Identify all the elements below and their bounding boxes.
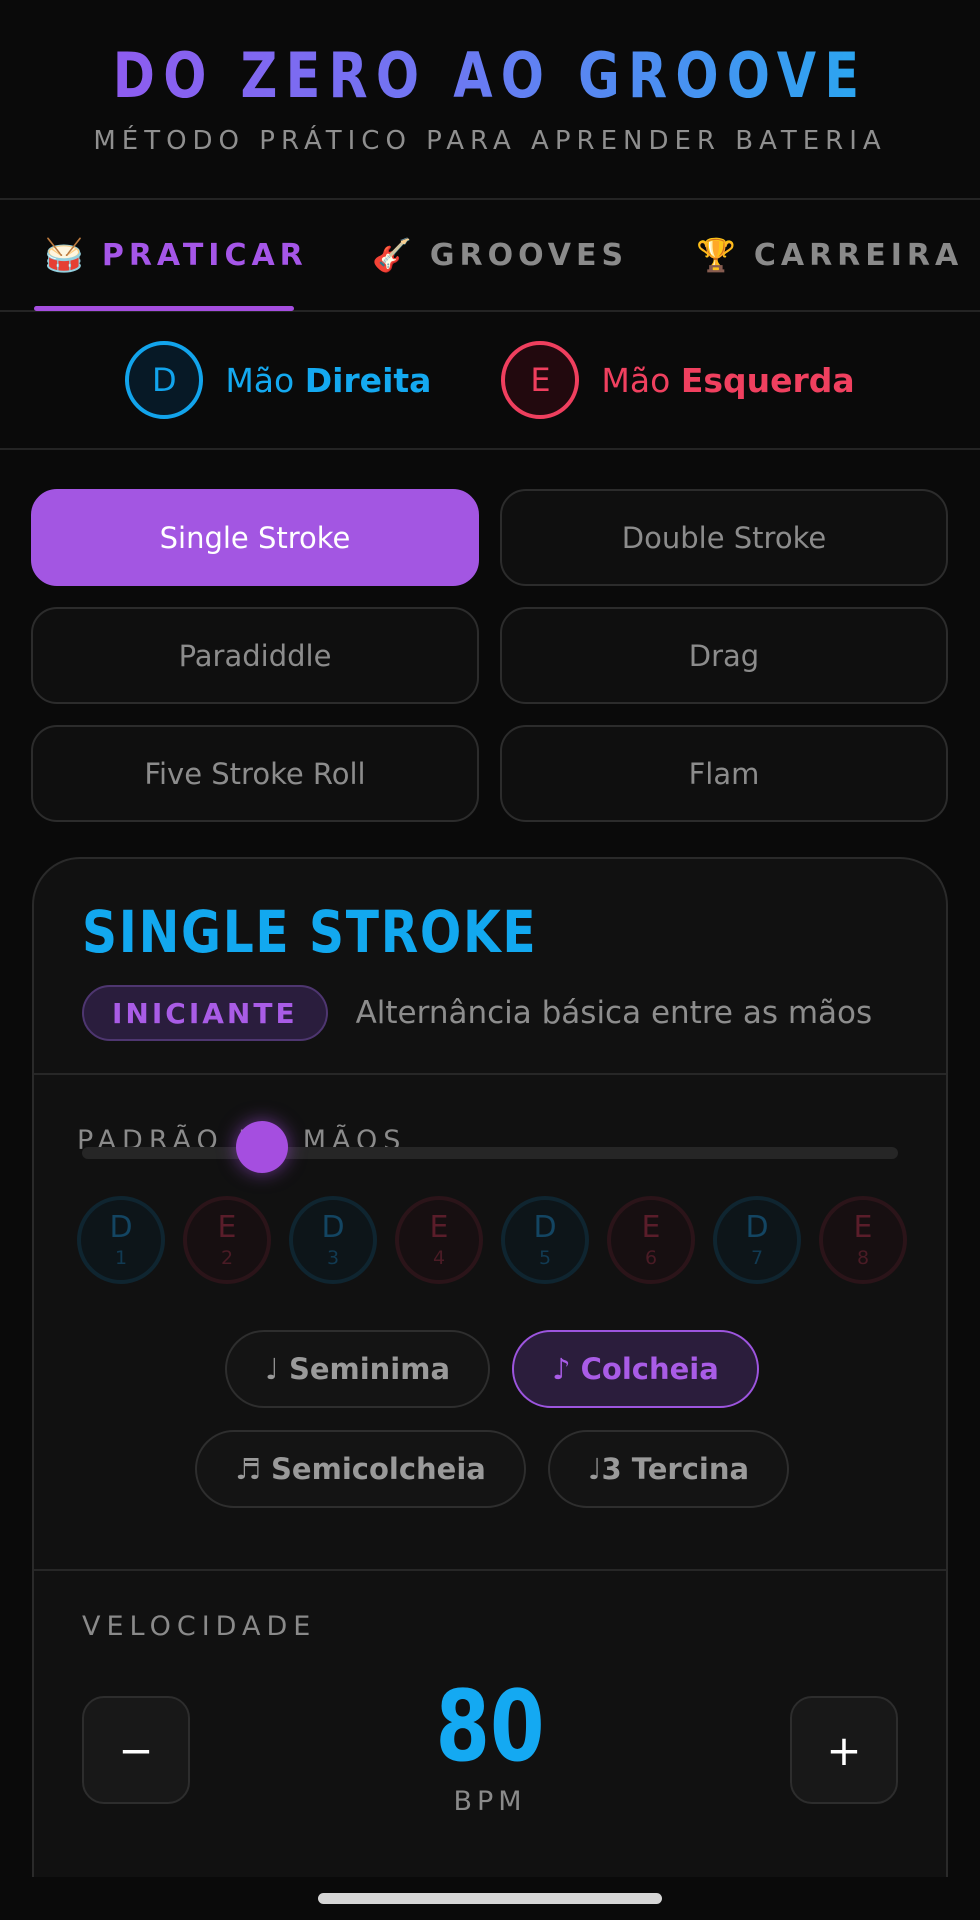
- exercise-title: SINGLE STROKE: [82, 898, 538, 966]
- pattern-row: D1 E2 D3 E4 D5 E6 D7 E8: [77, 1196, 946, 1284]
- speed-section: VELOCIDADE − 80 BPM +: [34, 1571, 946, 1920]
- tab-carreira[interactable]: 🏆 CARREIRA: [696, 200, 963, 310]
- bpm-slider-thumb[interactable]: [236, 1121, 288, 1173]
- exercise-description: Alternância básica entre as mãos: [355, 995, 873, 1031]
- app-title: DO ZERO AO GROOVE: [112, 39, 868, 112]
- exercise-meta: INICIANTE Alternância básica entre as mã…: [82, 985, 946, 1041]
- note-hand: E: [217, 1209, 237, 1245]
- tab-label: PRATICAR: [101, 237, 308, 273]
- left-hand-badge: E: [501, 341, 580, 419]
- rudiment-selector: Single Stroke Double Stroke Paradiddle D…: [31, 489, 948, 822]
- rudiment-button-drag[interactable]: Drag: [500, 607, 948, 704]
- right-hand-badge: D: [125, 341, 204, 419]
- subdivision-row: ♬ Semicolcheia ♩3 Tercina: [194, 1430, 790, 1508]
- subdivision-colcheia-button[interactable]: ♪ Colcheia: [512, 1330, 759, 1408]
- bpm-control: − 80 BPM +: [82, 1670, 898, 1850]
- subdivision-selector: ♩ Seminima ♪ Colcheia ♬ Semicolcheia ♩3 …: [77, 1330, 907, 1508]
- legend-right-prefix: Mão: [225, 360, 295, 400]
- note-hand: E: [853, 1209, 873, 1245]
- pattern-note: E4: [395, 1196, 483, 1284]
- note-hand: D: [321, 1209, 345, 1245]
- legend-left-text: Mão Esquerda: [601, 361, 854, 400]
- pattern-note: E8: [819, 1196, 907, 1284]
- tab-praticar[interactable]: 🥁 PRATICAR: [44, 200, 308, 310]
- hand-legend: D Mão Direita E Mão Esquerda: [0, 312, 980, 450]
- speed-label: VELOCIDADE: [82, 1611, 317, 1642]
- rudiment-button-five-stroke-roll[interactable]: Five Stroke Roll: [31, 725, 479, 822]
- subdivision-semicolcheia-button[interactable]: ♬ Semicolcheia: [194, 1430, 526, 1508]
- pattern-note: E6: [607, 1196, 695, 1284]
- subdivision-seminima-button[interactable]: ♩ Seminima: [225, 1330, 491, 1408]
- note-number: 4: [432, 1246, 446, 1269]
- rudiment-button-flam[interactable]: Flam: [500, 725, 948, 822]
- rudiment-button-single-stroke[interactable]: Single Stroke: [31, 489, 479, 586]
- subdivision-row: ♩ Seminima ♪ Colcheia: [225, 1330, 759, 1408]
- tab-label: CARREIRA: [753, 237, 964, 273]
- drum-icon: 🥁: [44, 236, 84, 274]
- level-badge: INICIANTE: [82, 985, 328, 1041]
- pattern-note: D5: [501, 1196, 589, 1284]
- pattern-note: D1: [77, 1196, 165, 1284]
- legend-left-hand: E Mão Esquerda: [501, 341, 855, 419]
- tab-label: GROOVES: [429, 237, 629, 273]
- bpm-value: 80: [435, 1670, 545, 1784]
- trophy-icon: 🏆: [696, 236, 736, 274]
- main-tabs: 🥁 PRATICAR 🎸 GROOVES 🏆 CARREIRA: [0, 200, 980, 312]
- note-number: 1: [114, 1246, 128, 1269]
- pattern-note: D3: [289, 1196, 377, 1284]
- legend-right-name: Direita: [304, 360, 432, 400]
- exercise-card: SINGLE STROKE INICIANTE Alternância bási…: [32, 857, 948, 1920]
- note-hand: D: [109, 1209, 133, 1245]
- legend-right-hand: D Mão Direita: [125, 341, 431, 419]
- guitar-icon: 🎸: [372, 236, 412, 274]
- note-number: 8: [856, 1246, 870, 1269]
- note-number: 5: [538, 1246, 552, 1269]
- app-screen: DO ZERO AO GROOVE MÉTODO PRÁTICO PARA AP…: [0, 0, 980, 1920]
- app-subtitle: MÉTODO PRÁTICO PARA APRENDER BATERIA: [93, 126, 887, 156]
- rudiment-button-double-stroke[interactable]: Double Stroke: [500, 489, 948, 586]
- bpm-slider[interactable]: [82, 1121, 898, 1173]
- active-tab-indicator: [34, 306, 294, 311]
- bpm-unit: BPM: [453, 1786, 527, 1817]
- note-number: 6: [644, 1246, 658, 1269]
- note-hand: D: [533, 1209, 557, 1245]
- increase-bpm-button[interactable]: +: [790, 1696, 898, 1804]
- note-number: 7: [750, 1246, 764, 1269]
- note-hand: E: [641, 1209, 661, 1245]
- legend-left-prefix: Mão: [601, 360, 671, 400]
- home-indicator[interactable]: [318, 1893, 662, 1904]
- pattern-note: D7: [713, 1196, 801, 1284]
- app-header: DO ZERO AO GROOVE MÉTODO PRÁTICO PARA AP…: [0, 0, 980, 200]
- tab-grooves[interactable]: 🎸 GROOVES: [372, 200, 628, 310]
- rudiment-button-paradiddle[interactable]: Paradiddle: [31, 607, 479, 704]
- subdivision-tercina-button[interactable]: ♩3 Tercina: [547, 1430, 790, 1508]
- note-hand: E: [429, 1209, 449, 1245]
- note-number: 2: [220, 1246, 234, 1269]
- exercise-header: SINGLE STROKE INICIANTE Alternância bási…: [34, 859, 946, 1075]
- note-number: 3: [326, 1246, 340, 1269]
- note-hand: D: [745, 1209, 769, 1245]
- pattern-note: E2: [183, 1196, 271, 1284]
- legend-right-text: Mão Direita: [225, 361, 431, 400]
- legend-left-name: Esquerda: [680, 360, 855, 400]
